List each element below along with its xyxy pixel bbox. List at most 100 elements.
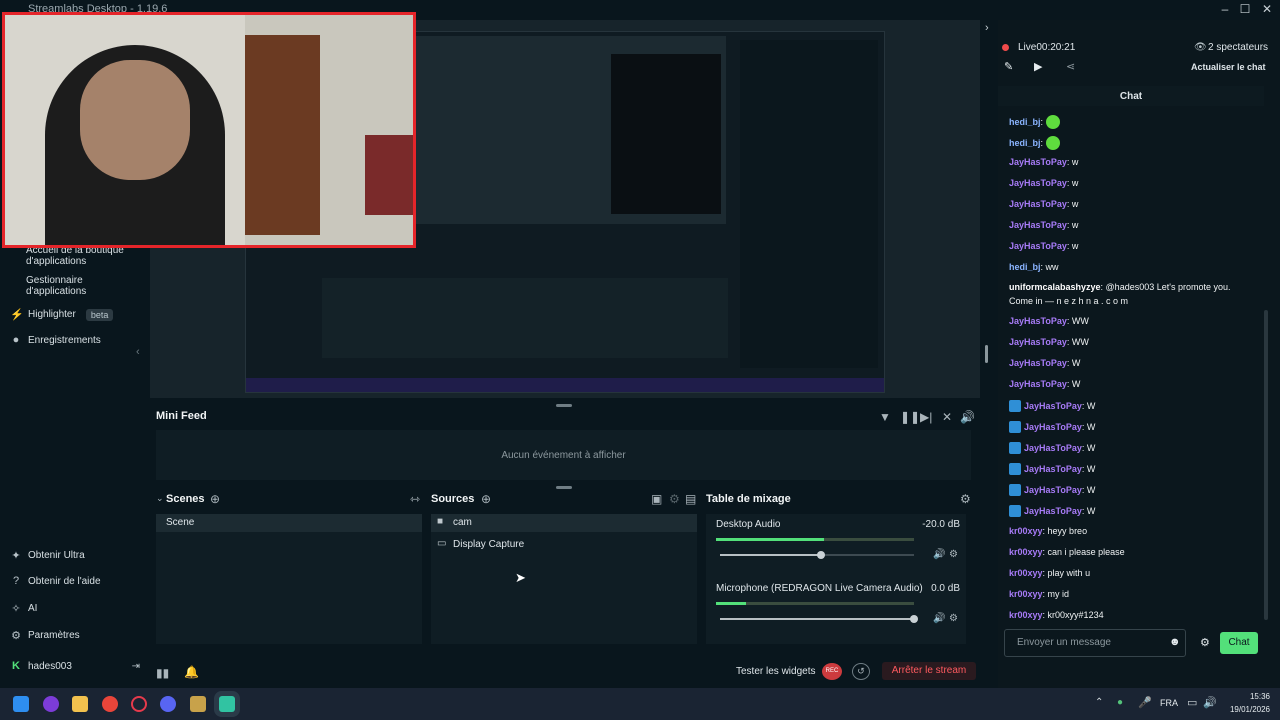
chat-username[interactable]: hedi_bj [1009,117,1041,127]
chat-username[interactable]: JayHasToPay [1009,157,1067,167]
chat-username[interactable]: JayHasToPay [1024,506,1082,516]
source-item-display[interactable]: ▭ Display Capture [431,536,697,554]
clock-time[interactable]: 15:36 [1226,692,1270,701]
chat-username[interactable]: JayHasToPay [1009,241,1067,251]
sidebar-item-ai[interactable]: ✧ AI [10,602,37,615]
chat-username[interactable]: JayHasToPay [1009,379,1067,389]
chat-username[interactable]: hedi_bj [1009,138,1041,148]
chat-username[interactable]: kr00xyy [1009,568,1043,578]
add-folder-icon[interactable]: ▤ [685,492,696,506]
emoji-icon[interactable]: ☻ [1169,636,1181,648]
chat-username[interactable]: JayHasToPay [1024,464,1082,474]
maximize-button[interactable]: ☐ [1235,2,1255,16]
minimize-button[interactable]: – [1215,2,1235,16]
chrome-icon[interactable] [102,696,118,712]
chat-username[interactable]: hedi_bj [1009,262,1041,272]
skip-icon[interactable]: ▶| [920,410,932,424]
chat-username[interactable]: JayHasToPay [1009,178,1067,188]
channel-settings-icon[interactable]: ⚙ [949,549,958,560]
tray-expand-icon[interactable]: ⌃ [1095,697,1103,708]
chat-username[interactable]: JayHasToPay [1009,316,1067,326]
volume-icon[interactable]: 🔊 [960,410,975,424]
chat-username[interactable]: JayHasToPay [1009,337,1067,347]
volume-tray-icon[interactable]: 🔊 [1203,696,1217,709]
chat-username[interactable]: JayHasToPay [1024,443,1082,453]
speaker-icon[interactable]: 🔊 [933,613,945,624]
pause-icon[interactable]: ❚❚ [900,410,920,424]
source-settings-icon[interactable]: ⚙ [669,492,680,506]
microphone-icon[interactable]: 🎤 [1138,696,1152,709]
edit-icon[interactable]: ✎ [1004,60,1013,73]
chat-text: : W [1081,443,1096,453]
close-button[interactable]: ✕ [1257,2,1277,16]
chat-settings-icon[interactable]: ⚙ [1200,636,1210,649]
sidebar-user[interactable]: K hades003 ⇥ [10,660,140,672]
logout-icon[interactable]: ⇥ [132,661,140,672]
send-chat-button[interactable]: Chat [1220,632,1258,654]
chat-username[interactable]: kr00xyy [1009,610,1043,620]
windows-start-icon[interactable] [13,696,29,712]
chat-username[interactable]: JayHasToPay [1009,220,1067,230]
speaker-icon[interactable]: 🔊 [933,549,945,560]
refresh-chat-button[interactable]: Actualiser le chat [1191,62,1266,72]
scene-transition-icon[interactable]: ⇿ [410,492,420,506]
performance-icon[interactable]: ▮▮ [156,666,169,680]
chat-username[interactable]: kr00xyy [1009,589,1043,599]
notifications-icon[interactable]: 🔔 [184,665,199,679]
replay-icon[interactable]: ↺ [852,663,870,680]
sidebar-item-highlighter[interactable]: ⚡ Highlighter beta [10,308,114,321]
chat-username[interactable]: JayHasToPay [1024,422,1082,432]
rec-button[interactable]: REC [822,663,842,680]
chat-username[interactable]: JayHasToPay [1024,401,1082,411]
dashboard-icon[interactable]: ▶ [1034,60,1042,73]
nested-chat-panel [740,40,878,368]
chat-text: : W [1066,379,1081,389]
opera-icon[interactable] [131,696,147,712]
network-icon[interactable]: ▭ [1187,696,1197,709]
sidebar-item-ultra[interactable]: ✦ Obtenir Ultra [10,549,84,562]
volume-slider-knob[interactable] [816,551,825,559]
chat-resize-handle[interactable] [985,345,988,363]
channel-settings-icon[interactable]: ⚙ [949,613,958,624]
chat-username[interactable]: JayHasToPay [1009,358,1067,368]
footer-bar: ▮▮ 🔔 Tester les widgets REC ↺ Arrêter le… [150,656,980,688]
chat-username[interactable]: kr00xyy [1009,547,1043,557]
sidebar-item-label: Paramètres [28,630,80,641]
chat-input[interactable]: Envoyer un message ☻ [1004,629,1186,657]
streamlabs-taskbar-icon[interactable] [219,696,235,712]
mixer-settings-icon[interactable]: ⚙ [960,492,971,506]
discord-icon[interactable] [160,696,176,712]
chat-username[interactable]: kr00xyy [1009,526,1043,536]
test-widgets-button[interactable]: Tester les widgets [736,666,815,677]
sidebar-item-recordings[interactable]: ● Enregistrements [10,334,101,346]
filter-icon[interactable]: ▼ [879,410,891,424]
chat-username[interactable]: JayHasToPay [1009,199,1067,209]
app-icon[interactable] [43,696,59,712]
volume-slider-knob[interactable] [910,615,918,623]
chat-username[interactable]: JayHasToPay [1024,485,1082,495]
add-scene-icon[interactable]: ⊕ [210,492,220,506]
sidebar-item-app-store[interactable]: Accueil de la boutique d'applications [26,245,136,267]
sidebar-item-help[interactable]: ? Obtenir de l'aide [10,575,101,587]
expand-chat-icon[interactable]: › [985,22,989,34]
source-item-cam[interactable]: ■ cam [431,514,697,532]
scene-item[interactable]: Scene [156,514,422,532]
file-explorer-icon[interactable] [72,696,88,712]
source-folder-icon[interactable]: ▣ [651,492,662,506]
sidebar-item-app-manager[interactable]: Gestionnaire d'applications [26,275,126,297]
sidebar-item-settings[interactable]: ⚙ Paramètres [10,629,80,642]
chat-username[interactable]: uniformcalabashyzye [1009,282,1101,292]
add-source-icon[interactable]: ⊕ [481,492,491,506]
chat-message: JayHasToPay: w [1009,178,1078,188]
clock-date[interactable]: 19/01/2026 [1220,705,1270,714]
tray-app-icon[interactable]: ● [1117,697,1123,708]
resize-handle[interactable] [556,404,572,407]
share-icon[interactable]: ⋖ [1066,60,1075,73]
stop-stream-button[interactable]: Arrêter le stream [882,662,976,680]
game-icon[interactable] [190,696,206,712]
collapse-icon[interactable]: ⌄ [156,493,164,504]
mute-alerts-icon[interactable]: ✕ [942,410,952,424]
chat-scrollbar[interactable] [1264,310,1268,620]
collapse-sidebar-icon[interactable]: ‹ [136,346,140,358]
language-indicator[interactable]: FRA [1160,698,1178,708]
